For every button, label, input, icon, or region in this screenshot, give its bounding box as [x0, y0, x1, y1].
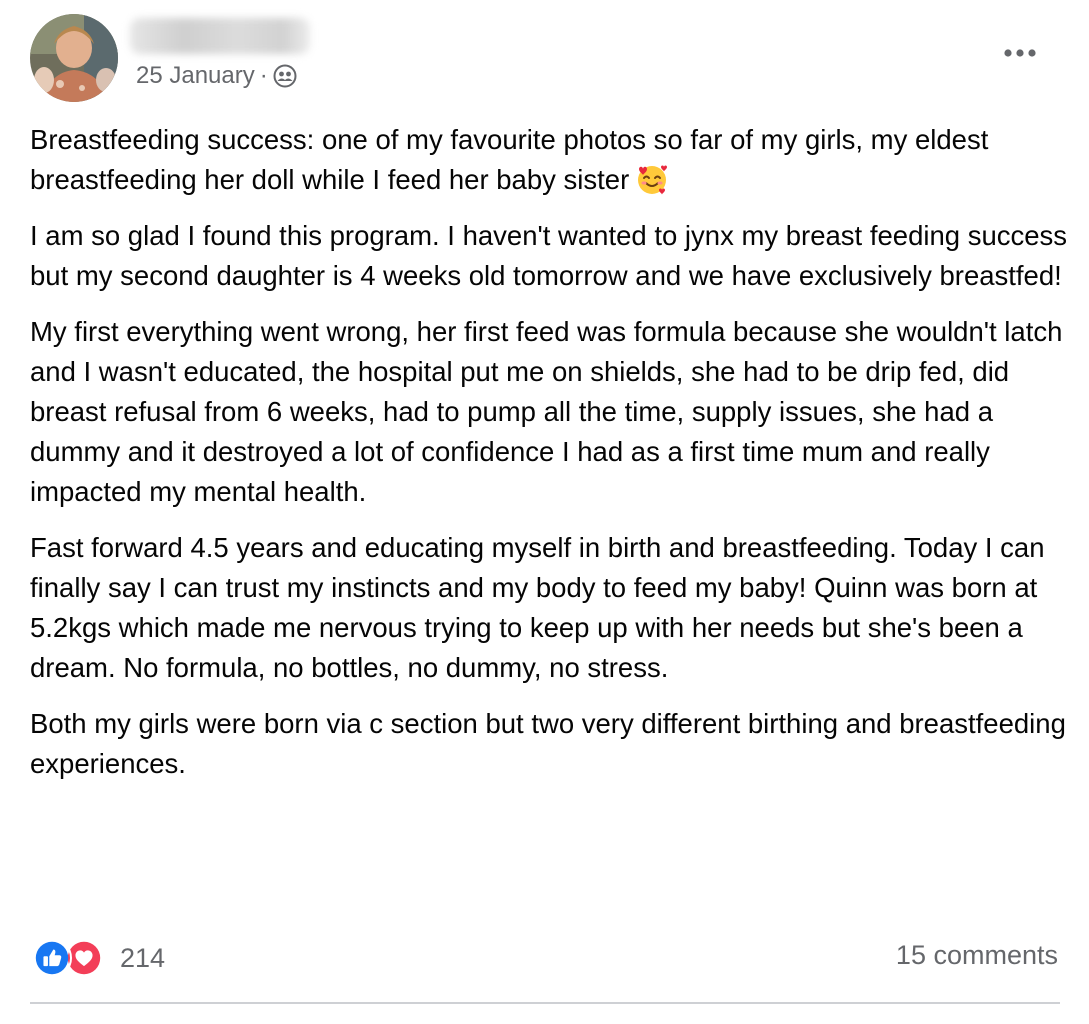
reaction-icons — [32, 938, 104, 978]
post-options-button[interactable] — [1000, 38, 1040, 68]
reactions-summary[interactable]: 214 — [32, 936, 165, 980]
post-date[interactable]: 25 January — [136, 62, 255, 90]
post-paragraph: I am so glad I found this program. I hav… — [30, 220, 1068, 291]
like-icon — [32, 938, 72, 978]
post-paragraph-text: Breastfeeding success: one of my favouri… — [30, 124, 989, 195]
smiling-face-with-hearts-icon — [635, 162, 669, 196]
footer-divider — [30, 1002, 1060, 1004]
post-paragraph: Breastfeeding success: one of my favouri… — [30, 120, 1070, 200]
friends-icon[interactable] — [273, 64, 297, 88]
more-horizontal-icon — [1004, 49, 1036, 57]
post-paragraph: My first everything went wrong, her firs… — [30, 316, 1063, 507]
post-paragraph: Fast forward 4.5 years and educating mys… — [30, 532, 1045, 683]
comments-count-link[interactable]: 15 comments — [896, 940, 1058, 971]
author-name-blurred[interactable] — [130, 18, 310, 54]
author-avatar[interactable] — [30, 14, 118, 102]
meta-separator: · — [259, 62, 268, 89]
post-meta: 25 January · — [136, 60, 297, 92]
reaction-count[interactable]: 214 — [120, 943, 165, 974]
avatar-photo — [30, 14, 118, 102]
post-body: Breastfeeding success: one of my favouri… — [30, 120, 1070, 800]
facebook-post: 25 January · Breastfeeding success: one … — [0, 0, 1089, 1024]
post-paragraph: Both my girls were born via c section bu… — [30, 708, 1066, 779]
